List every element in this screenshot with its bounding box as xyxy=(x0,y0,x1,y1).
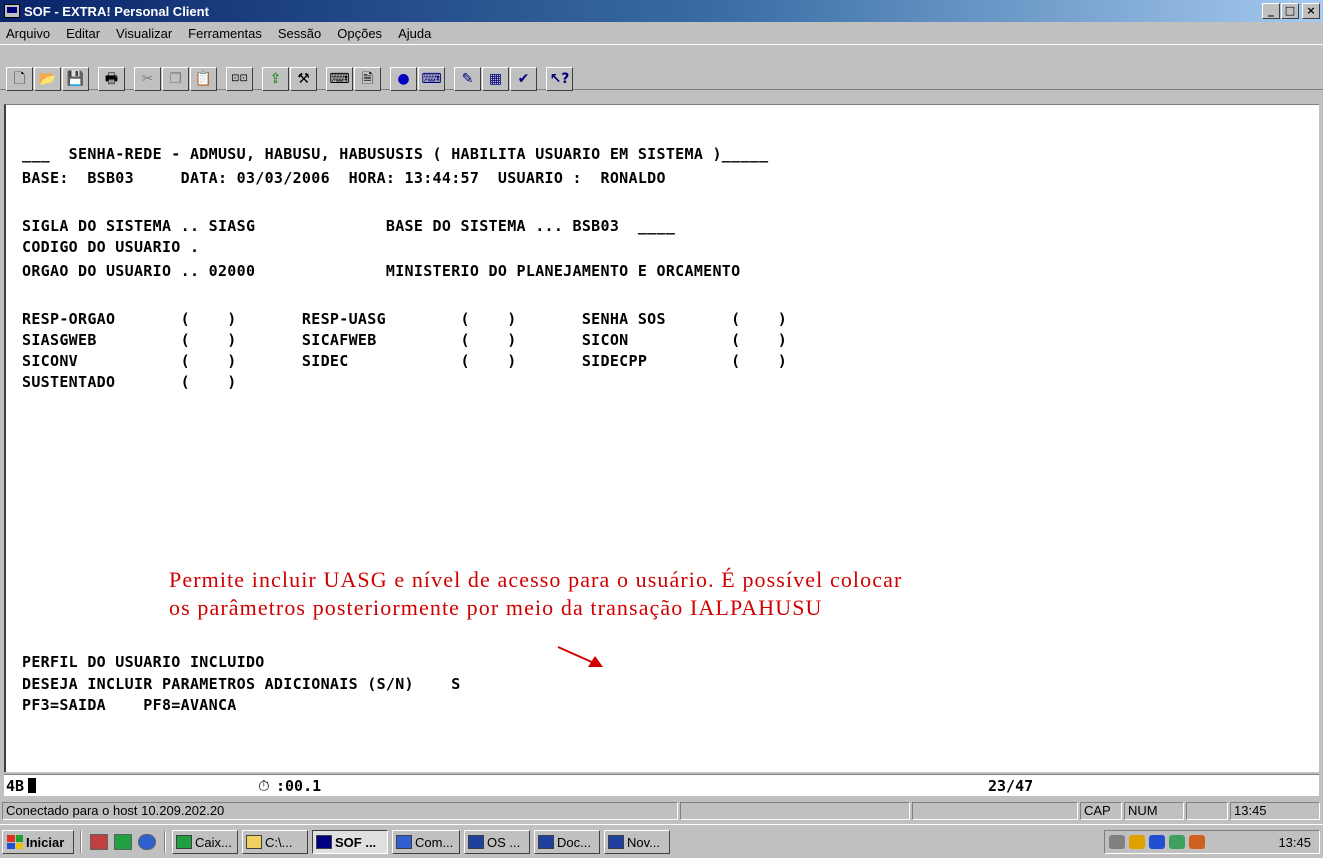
edit-macro-icon[interactable]: ✎ xyxy=(454,67,481,91)
status-panel-empty-2 xyxy=(912,802,1078,820)
app-icon[interactable] xyxy=(4,4,20,18)
status-bar: Conectado para o host 10.209.202.20 CAP … xyxy=(0,800,1323,822)
caps-indicator: CAP xyxy=(1080,802,1122,820)
task-os[interactable]: OS ... xyxy=(464,830,530,854)
outlook-icon[interactable] xyxy=(114,834,132,850)
display-icon[interactable]: ⊡⊡ xyxy=(226,67,253,91)
tray-app-icon[interactable] xyxy=(1129,835,1145,849)
menu-editar[interactable]: Editar xyxy=(58,26,108,41)
start-button[interactable]: Iniciar xyxy=(2,830,74,854)
oia-timer: :00.1 xyxy=(276,777,322,795)
field-orgao-usuario: ORGAO DO USUARIO .. 02000 MINISTERIO DO … xyxy=(22,262,741,280)
save-icon[interactable]: 💾 xyxy=(62,67,89,91)
menu-bar: Arquivo Editar Visualizar Ferramentas Se… xyxy=(0,22,1323,44)
new-icon[interactable]: 🗋 xyxy=(6,67,33,91)
task-explorer[interactable]: C:\... xyxy=(242,830,308,854)
java-icon[interactable] xyxy=(1189,835,1205,849)
menu-visualizar[interactable]: Visualizar xyxy=(108,26,180,41)
title-bar[interactable]: SOF - EXTRA! Personal Client _ □ × xyxy=(0,0,1323,22)
system-tray: 13:45 xyxy=(1104,830,1320,854)
settings-icon[interactable]: ✔ xyxy=(510,67,537,91)
function-keys: PF3=SAIDA PF8=AVANCA xyxy=(22,696,237,714)
menu-sessao[interactable]: Sessão xyxy=(270,26,329,41)
options-row-2[interactable]: SIASGWEB ( ) SICAFWEB ( ) SICON ( ) xyxy=(22,331,787,349)
options-row-3[interactable]: SICONV ( ) SIDEC ( ) SIDECPP ( ) xyxy=(22,352,787,370)
taskbar-separator xyxy=(80,831,82,853)
status-panel-empty-3 xyxy=(1186,802,1228,820)
transfer-icon[interactable]: ⇪ xyxy=(262,67,289,91)
screen-header: ___ SENHA-REDE - ADMUSU, HABUSU, HABUSUS… xyxy=(22,145,769,163)
prompt-parametros-adicionais[interactable]: DESEJA INCLUIR PARAMETROS ADICIONAIS (S/… xyxy=(22,675,461,693)
task-caixa[interactable]: Caix... xyxy=(172,830,238,854)
taskbar-clock[interactable]: 13:45 xyxy=(1278,835,1311,850)
field-sigla-sistema: SIGLA DO SISTEMA .. SIASG BASE DO SISTEM… xyxy=(22,217,676,235)
num-indicator: NUM xyxy=(1124,802,1184,820)
operator-info-area: 4B ⏱ :00.1 23/47 xyxy=(4,774,1319,796)
task-sof[interactable]: SOF ... xyxy=(312,830,388,854)
menu-ferramentas[interactable]: Ferramentas xyxy=(180,26,270,41)
keyboard-icon[interactable]: ⌨ xyxy=(418,67,445,91)
status-panel-empty-1 xyxy=(680,802,910,820)
task-nov[interactable]: Nov... xyxy=(604,830,670,854)
toolbar: 🗋 📂 💾 🖶 ✂ ❐ 📋 ⊡⊡ ⇪ ⚒ ⌨ 🗎 ● ⌨ ✎ ▦ ✔ ↖? xyxy=(0,44,1323,91)
oia-cursor xyxy=(28,778,36,793)
desktop-icon[interactable] xyxy=(90,834,108,850)
task-com[interactable]: Com... xyxy=(392,830,460,854)
oia-cursor-position: 23/47 xyxy=(988,777,1034,795)
oia-mode: 4B xyxy=(6,777,25,795)
connection-status: Conectado para o host 10.209.202.20 xyxy=(2,802,678,820)
close-button[interactable]: × xyxy=(1302,3,1320,19)
copy-icon[interactable]: ❐ xyxy=(162,67,189,91)
record-icon[interactable]: ● xyxy=(390,67,417,91)
window-title: SOF - EXTRA! Personal Client xyxy=(24,3,209,19)
paste-icon[interactable]: 📋 xyxy=(190,67,217,91)
print-icon[interactable]: 🖶 xyxy=(98,67,125,91)
options-row-4[interactable]: SUSTENTADO ( ) xyxy=(22,373,237,391)
annotation-line-2: os parâmetros posteriormente por meio da… xyxy=(169,595,823,620)
taskbar-separator xyxy=(164,831,166,853)
receive-icon[interactable]: 🗎 xyxy=(354,67,381,91)
browser-icon[interactable] xyxy=(138,834,156,850)
windows-flag-icon xyxy=(7,835,23,849)
menu-opcoes[interactable]: Opções xyxy=(329,26,390,41)
start-label: Iniciar xyxy=(26,834,65,850)
status-perfil-incluido: PERFIL DO USUARIO INCLUIDO xyxy=(22,653,265,671)
maximize-button[interactable]: □ xyxy=(1281,3,1299,19)
volume-icon[interactable] xyxy=(1109,835,1125,849)
taskbar: Iniciar Caix... C:\... SOF ... Com... OS… xyxy=(0,824,1323,858)
tools-icon[interactable]: ⚒ xyxy=(290,67,317,91)
cut-icon[interactable]: ✂ xyxy=(134,67,161,91)
send-icon[interactable]: ⌨ xyxy=(326,67,353,91)
annotation-arrow xyxy=(557,646,603,667)
help-icon[interactable]: ↖? xyxy=(546,67,573,91)
task-doc[interactable]: Doc... xyxy=(534,830,600,854)
terminal-screen[interactable]: ___ SENHA-REDE - ADMUSU, HABUSU, HABUSUS… xyxy=(4,104,1319,772)
minimize-button[interactable]: _ xyxy=(1262,3,1280,19)
annotation-line-1: Permite incluir UASG e nível de acesso p… xyxy=(169,567,903,592)
field-codigo-usuario: CODIGO DO USUARIO . xyxy=(22,238,200,256)
options-icon[interactable]: ▦ xyxy=(482,67,509,91)
oia-clock-icon: ⏱ xyxy=(258,777,270,795)
menu-arquivo[interactable]: Arquivo xyxy=(0,26,58,41)
network-icon[interactable] xyxy=(1149,835,1165,849)
options-row-1[interactable]: RESP-ORGAO ( ) RESP-UASG ( ) SENHA SOS (… xyxy=(22,310,787,328)
tray-monitor-icon[interactable] xyxy=(1169,835,1185,849)
open-icon[interactable]: 📂 xyxy=(34,67,61,91)
screen-info-line: BASE: BSB03 DATA: 03/03/2006 HORA: 13:44… xyxy=(22,169,666,187)
menu-ajuda[interactable]: Ajuda xyxy=(390,26,439,41)
status-time: 13:45 xyxy=(1230,802,1320,820)
